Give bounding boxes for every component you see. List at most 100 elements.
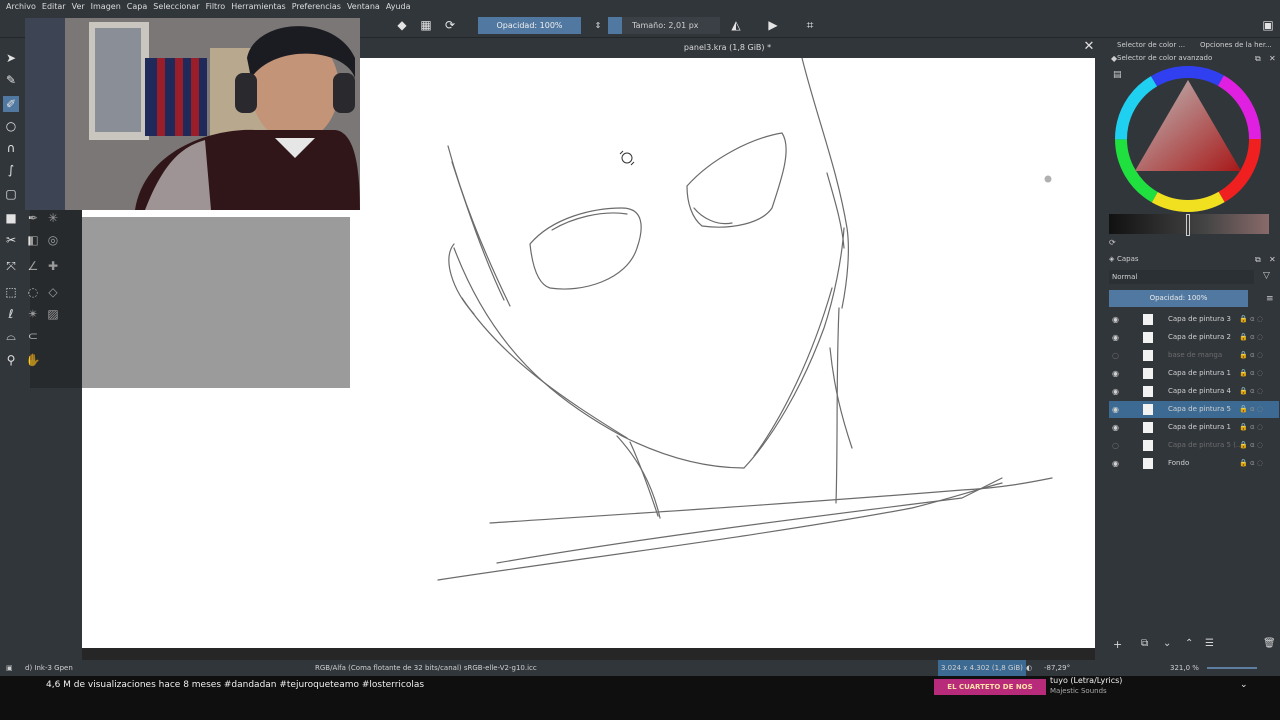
alpha-lock-icon[interactable]: ▦ [418, 17, 434, 33]
layer-thumbnail [1143, 332, 1153, 343]
layer-lock-icon[interactable]: 🔒 α ◌ [1239, 329, 1275, 346]
color-wheel[interactable] [1113, 64, 1263, 214]
layer-row[interactable]: ○ base de manga 🔒 α ◌ [1109, 347, 1279, 364]
delete-layer-icon[interactable]: 🗑 [1263, 638, 1276, 649]
wrap-around-icon[interactable]: ⌗ [802, 17, 818, 33]
layer-name: Capa de pintura 5 (... [1168, 441, 1243, 449]
color-selector-title: Selector de color avanzado [1117, 54, 1213, 62]
close-layers-icon[interactable]: ✕ [1269, 255, 1276, 264]
image-size-label: 3.024 x 4.302 (1,8 GiB) [938, 660, 1026, 676]
mirror-horizontal-icon[interactable]: ◭ [728, 17, 744, 33]
menu-seleccionar[interactable]: Seleccionar [153, 0, 199, 13]
layer-lock-icon[interactable]: 🔒 α ◌ [1239, 311, 1275, 328]
pen-tool-icon[interactable]: ✎ [3, 72, 19, 88]
ad-banner[interactable]: EL CUARTETO DE NOS [934, 679, 1046, 695]
docker-tabs: Selector de color ... Opciones de la her… [1095, 38, 1280, 52]
freehand-path-icon[interactable]: ∫ [3, 162, 19, 178]
layer-properties-icon[interactable]: ☰ [1205, 638, 1214, 649]
zoom-tool-icon[interactable]: ⚲ [3, 352, 19, 368]
eye-hidden-icon[interactable]: ○ [1112, 437, 1122, 454]
layer-row[interactable]: ◉ Capa de pintura 1 🔒 α ◌ [1109, 419, 1279, 436]
eye-icon[interactable]: ◉ [1112, 383, 1122, 400]
menu-herramientas[interactable]: Herramientas [231, 0, 286, 13]
song-title[interactable]: tuyo (Letra/Lyrics) [1050, 676, 1122, 685]
brush-preset-icon[interactable]: ▣ [6, 660, 13, 676]
palette-icon: ◆ [1111, 54, 1118, 63]
chevron-down-icon[interactable]: ⌄ [1240, 680, 1248, 690]
zoom-slider[interactable] [1207, 667, 1257, 669]
menu-filtro[interactable]: Filtro [206, 0, 226, 13]
eye-hidden-icon[interactable]: ○ [1112, 347, 1122, 364]
layer-row[interactable]: ◉ Capa de pintura 4 🔒 α ◌ [1109, 383, 1279, 400]
layer-lock-icon[interactable]: 🔒 α ◌ [1239, 365, 1275, 382]
close-docker-icon[interactable]: ✕ [1269, 54, 1276, 63]
stroke-shoulder-3 [437, 482, 1003, 581]
lasso-select-icon[interactable]: ℓ [3, 306, 19, 322]
float-layers-icon[interactable]: ⧉ [1255, 255, 1261, 265]
layer-lock-icon[interactable]: 🔒 α ◌ [1239, 455, 1275, 472]
gradient-tool-icon[interactable]: ■ [3, 210, 19, 226]
move-up-icon[interactable]: ⌃ [1185, 638, 1193, 649]
layer-name: Capa de pintura 1 [1168, 369, 1231, 377]
ellipse-tool-icon[interactable]: ○ [3, 118, 19, 134]
layer-lock-icon[interactable]: 🔒 α ◌ [1239, 401, 1275, 418]
menu-preferencias[interactable]: Preferencias [292, 0, 341, 13]
menu-icon[interactable]: ≡ [1266, 294, 1274, 304]
opacity-stepper-icon[interactable]: ⇕ [590, 17, 606, 33]
refresh-icon[interactable]: ⟳ [1109, 238, 1116, 247]
mirror-vertical-icon[interactable]: ▶ [765, 17, 781, 33]
layer-row[interactable]: ◉ Capa de pintura 2 🔒 α ◌ [1109, 329, 1279, 346]
rect-select-icon[interactable]: ⬚ [3, 284, 19, 300]
stroke-eye-right-2 [693, 207, 733, 225]
menu-ayuda[interactable]: Ayuda [386, 0, 411, 13]
stroke-jaw-right-2 [753, 287, 833, 457]
smart-patch-icon[interactable]: ✂ [3, 232, 19, 248]
channel-name[interactable]: Majestic Sounds [1050, 687, 1107, 695]
layer-row[interactable]: ◉ Capa de pintura 1 🔒 α ◌ [1109, 365, 1279, 382]
layer-lock-icon[interactable]: 🔒 α ◌ [1239, 437, 1275, 454]
eye-icon[interactable]: ◉ [1112, 401, 1122, 418]
menu-archivo[interactable]: Archivo [6, 0, 36, 13]
eye-icon[interactable]: ◉ [1112, 419, 1122, 436]
brush-tool-icon[interactable]: ✐ [3, 96, 19, 112]
filter-icon[interactable]: ▽ [1263, 271, 1270, 281]
add-layer-icon[interactable]: + [1113, 638, 1122, 651]
move-down-icon[interactable]: ⌄ [1163, 638, 1171, 649]
eye-icon[interactable]: ◉ [1112, 311, 1122, 328]
menu-capa[interactable]: Capa [127, 0, 147, 13]
layer-row[interactable]: ◉ Capa de pintura 5 🔒 α ◌ [1109, 401, 1279, 418]
window-icon[interactable]: ▣ [1260, 17, 1276, 33]
layer-lock-icon[interactable]: 🔒 α ◌ [1239, 419, 1275, 436]
layer-row[interactable]: ◉ Capa de pintura 3 🔒 α ◌ [1109, 311, 1279, 328]
tab-color-selector[interactable]: Selector de color ... [1117, 38, 1185, 52]
close-icon[interactable]: ✕ [1082, 40, 1096, 54]
eye-icon[interactable]: ◉ [1112, 365, 1122, 382]
layer-lock-icon[interactable]: 🔒 α ◌ [1239, 347, 1275, 364]
eye-icon[interactable]: ◉ [1112, 455, 1122, 472]
layer-row[interactable]: ○ Capa de pintura 5 (... 🔒 α ◌ [1109, 437, 1279, 454]
reset-icon[interactable]: ⟳ [442, 17, 458, 33]
menu-imagen[interactable]: Imagen [91, 0, 121, 13]
document-tab[interactable]: panel3.kra (1,8 GiB) * [360, 38, 1095, 58]
layer-row[interactable]: ◉ Fondo 🔒 α ◌ [1109, 455, 1279, 472]
layer-lock-icon[interactable]: 🔒 α ◌ [1239, 383, 1275, 400]
eye-icon[interactable]: ◉ [1112, 329, 1122, 346]
select-tool-icon[interactable]: ➤ [3, 50, 19, 66]
tab-tool-options[interactable]: Opciones de la her... [1200, 38, 1272, 52]
bezier-select-icon[interactable]: ⌓ [3, 328, 19, 344]
layer-thumbnail [1143, 350, 1153, 361]
menu-ventana[interactable]: Ventana [347, 0, 380, 13]
eraser-icon[interactable]: ◆ [394, 17, 410, 33]
menu-editar[interactable]: Editar [42, 0, 66, 13]
float-icon[interactable]: ⧉ [1255, 54, 1261, 64]
layer-thumbnail [1143, 314, 1153, 325]
menu-ver[interactable]: Ver [72, 0, 85, 13]
duplicate-layer-icon[interactable]: ⧉ [1141, 638, 1148, 649]
size-slider[interactable]: Tamaño: 2,01 px [608, 17, 720, 34]
layer-opacity-slider[interactable]: Opacidad: 100% [1109, 290, 1248, 307]
crop-tool-icon[interactable]: ▢ [3, 186, 19, 202]
blend-mode-select[interactable]: Normal [1109, 270, 1254, 284]
transform-tool-icon[interactable]: ⤧ [3, 258, 19, 274]
opacity-slider[interactable]: Opacidad: 100% [478, 17, 581, 34]
bezier-tool-icon[interactable]: ∩ [3, 140, 19, 156]
